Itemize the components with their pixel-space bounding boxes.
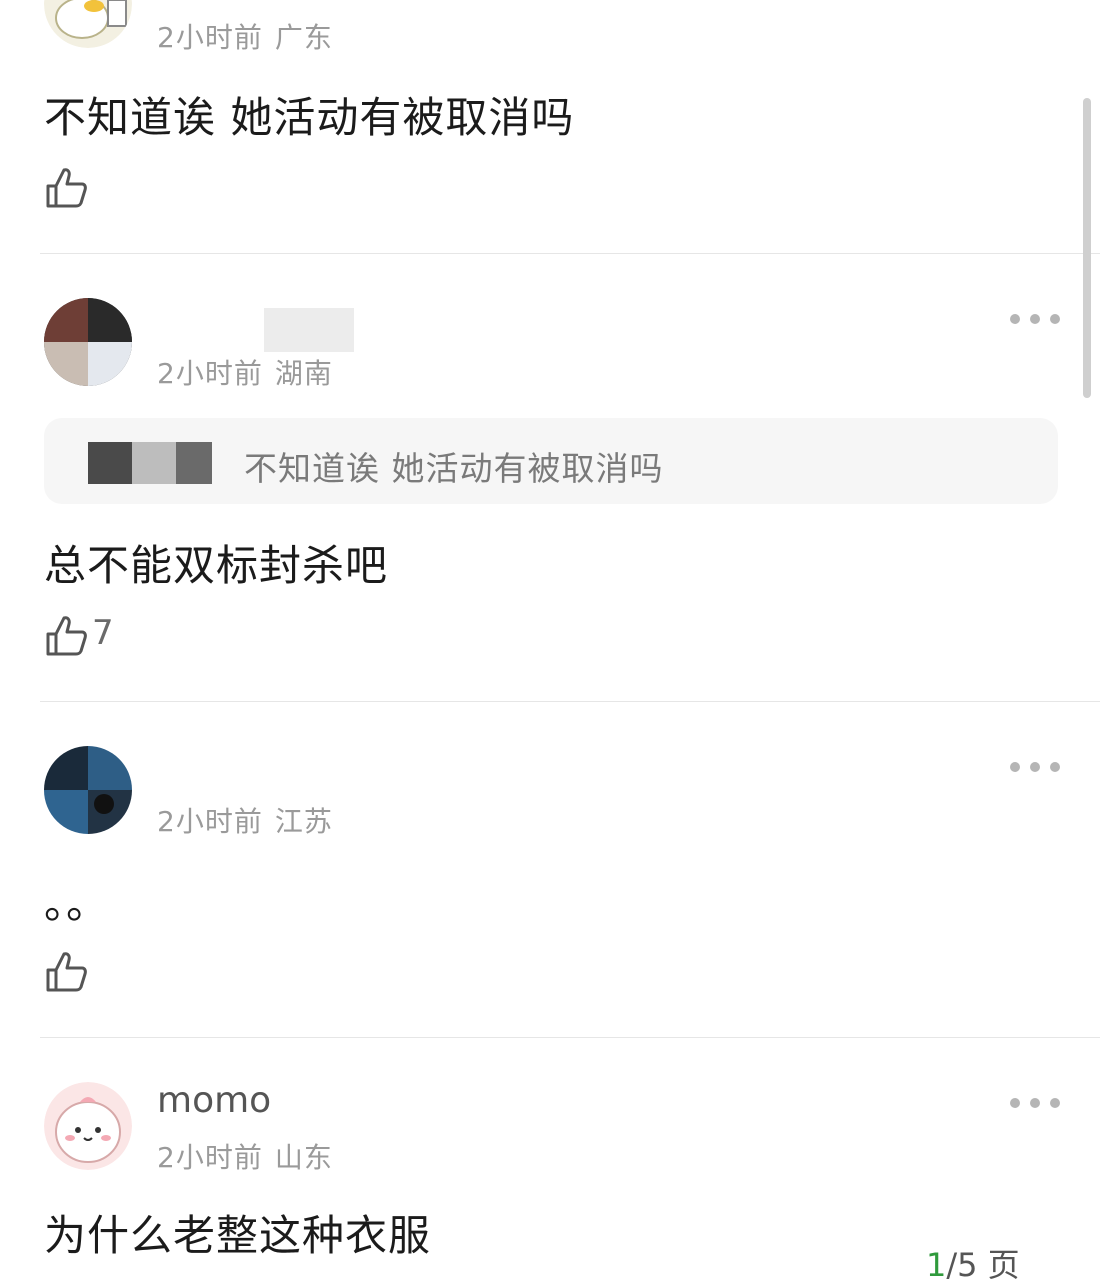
quoted-text: 不知道诶 她活动有被取消吗	[244, 449, 664, 488]
thumbs-up-icon	[46, 952, 87, 992]
page-total: /5 页	[946, 1246, 1020, 1284]
avatar[interactable]	[44, 1082, 132, 1170]
avatar[interactable]	[44, 746, 132, 834]
username-blurred	[264, 308, 354, 352]
like-button[interactable]	[44, 166, 92, 210]
divider	[40, 701, 1100, 702]
more-button[interactable]	[1010, 760, 1060, 774]
comment-text: 不知道诶 她活动有被取消吗	[44, 93, 575, 142]
comment-meta: 2小时前 山东	[157, 1136, 333, 1176]
avatar[interactable]	[44, 298, 132, 386]
comment-meta: 2小时前 湖南	[157, 352, 333, 392]
comment-meta: 2小时前 江苏	[157, 800, 333, 840]
comment-time: 2小时前	[157, 805, 263, 838]
comment-location: 广东	[274, 21, 333, 54]
comment-text: 为什么老整这种衣服	[44, 1211, 432, 1260]
more-button[interactable]	[1010, 312, 1060, 326]
like-button[interactable]	[44, 950, 92, 994]
divider	[40, 1037, 1100, 1038]
thumbs-up-icon	[46, 168, 87, 208]
comment-text: 总不能双标封杀吧	[44, 541, 389, 590]
comment-location: 江苏	[274, 805, 333, 838]
comment-location: 山东	[274, 1141, 333, 1174]
page-indicator-text: 1/5 页	[926, 1240, 1020, 1286]
comment-meta: 2小时前 广东	[157, 16, 333, 56]
comment-time: 2小时前	[157, 1141, 263, 1174]
scrollbar[interactable]	[1083, 98, 1091, 398]
username[interactable]: momo	[157, 1080, 271, 1121]
quoted-username-blurred	[132, 442, 176, 484]
thumbs-up-icon	[46, 616, 87, 656]
comment-text: 。。	[44, 879, 110, 928]
comment-time: 2小时前	[157, 21, 263, 54]
quoted-username-blurred	[176, 442, 212, 484]
page-indicator: 1/5 页	[780, 1212, 1080, 1284]
avatar[interactable]	[44, 0, 132, 48]
more-button[interactable]	[1010, 1096, 1060, 1110]
comment-time: 2小时前	[157, 357, 263, 390]
like-button[interactable]: 7	[44, 613, 114, 658]
divider	[40, 253, 1100, 254]
quoted-username-blurred	[88, 442, 132, 484]
current-page: 1	[926, 1246, 947, 1284]
like-count: 7	[92, 613, 114, 653]
comment-location: 湖南	[274, 357, 333, 390]
quoted-reply[interactable]: 不知道诶 她活动有被取消吗	[44, 418, 1058, 504]
